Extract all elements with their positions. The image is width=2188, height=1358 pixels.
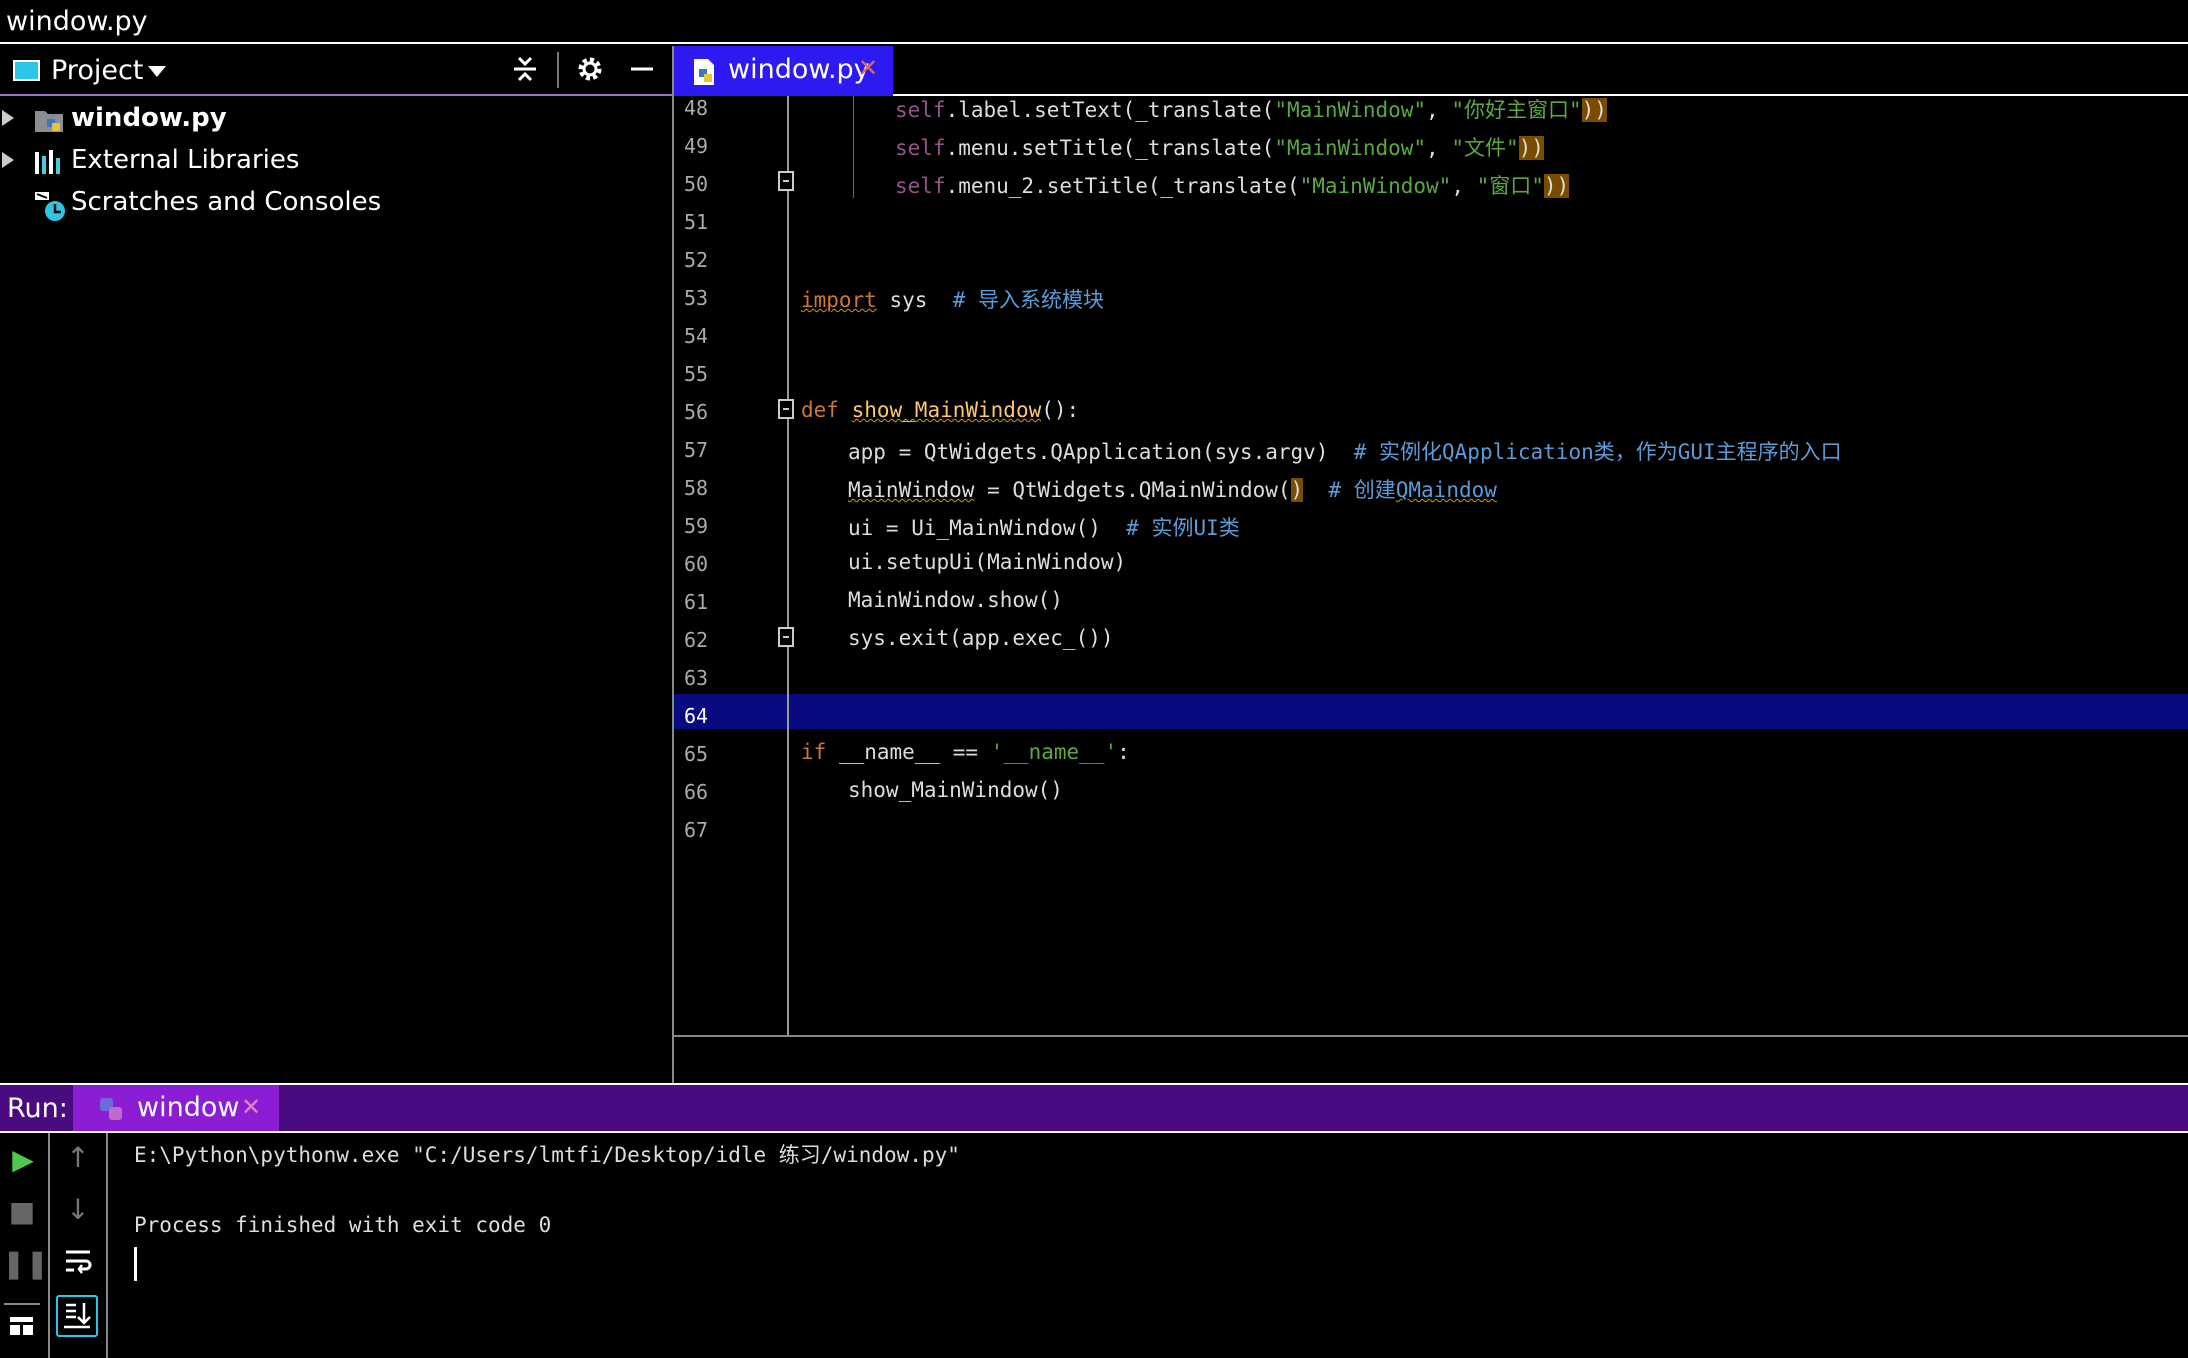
code-line-66: show_MainWindow() [848, 778, 1063, 802]
chevron-down-icon[interactable] [148, 66, 166, 77]
line-number: 63 [684, 666, 709, 690]
code-line-65: if __name__ == '__name__': [801, 740, 1130, 764]
gutter-separator [787, 96, 789, 1035]
line-number: 61 [684, 590, 709, 614]
toolbar-separator [4, 1303, 40, 1305]
fold-marker-icon[interactable] [778, 399, 794, 419]
close-icon[interactable]: ✕ [858, 54, 878, 82]
code-line-61: MainWindow.show() [848, 588, 1063, 612]
folder-icon [34, 106, 64, 134]
line-number: 56 [684, 400, 709, 424]
stop-icon[interactable]: ■ [2, 1195, 42, 1228]
tree-item-scratches[interactable]: Scratches and Consoles [0, 182, 672, 222]
line-number-current: 64 [684, 704, 709, 728]
python-file-icon [692, 58, 718, 90]
toolbar-separator [557, 52, 559, 88]
gear-icon[interactable] [572, 54, 608, 92]
code-line-49: self.menu.setTitle(_translate("MainWindo… [895, 136, 1544, 160]
line-number: 49 [684, 134, 709, 158]
tab-label: window.py [728, 54, 870, 85]
fold-marker-icon[interactable] [778, 627, 794, 647]
text-caret [134, 1247, 137, 1281]
run-label: Run: [7, 1093, 68, 1124]
rerun-play-icon[interactable]: ▶ [3, 1143, 43, 1176]
close-icon[interactable]: ✕ [241, 1093, 261, 1121]
run-tab-window[interactable]: window ✕ [73, 1085, 279, 1131]
line-number: 62 [684, 628, 709, 652]
tree-item-external-libraries[interactable]: External Libraries [0, 140, 672, 180]
tree-item-label: window.py [71, 103, 227, 133]
expand-arrow-icon[interactable] [2, 152, 14, 168]
line-number: 52 [684, 248, 709, 272]
current-line-highlight [674, 694, 2188, 729]
console-line: E:\Python\pythonw.exe "C:/Users/lmtfi/De… [134, 1143, 960, 1167]
project-title[interactable]: Project [51, 55, 143, 86]
run-toolbar-left: ▶ ■ ❚❚ [0, 1133, 50, 1358]
minimize-icon[interactable] [624, 54, 660, 92]
editor-breadcrumb-bar [674, 1037, 2188, 1083]
editor-tab-bar: window.py ✕ [674, 46, 2188, 96]
code-editor[interactable]: 48 49 50 51 52 53 54 55 56 57 58 59 60 6… [674, 96, 2188, 1035]
title-bar: window.py [0, 0, 2188, 44]
python-icon [97, 1095, 125, 1127]
line-number: 66 [684, 780, 709, 804]
tab-window-py[interactable]: window.py ✕ [674, 46, 893, 96]
line-number: 58 [684, 476, 709, 500]
line-number: 50 [684, 172, 709, 196]
code-line-58: MainWindow = QtWidgets.QMainWindow() # 创… [848, 478, 1497, 502]
line-number: 55 [684, 362, 709, 386]
pause-icon[interactable]: ❚❚ [2, 1247, 49, 1280]
collapse-all-icon[interactable] [507, 54, 543, 92]
arrow-up-icon[interactable]: ↑ [58, 1141, 98, 1174]
expand-arrow-icon[interactable] [2, 110, 14, 126]
line-number: 60 [684, 552, 709, 576]
run-tab-label: window [137, 1092, 240, 1123]
project-icon [13, 60, 40, 81]
arrow-down-icon[interactable]: ↓ [58, 1193, 98, 1226]
scroll-to-end-button[interactable] [56, 1295, 98, 1337]
tree-item-label: External Libraries [71, 145, 300, 175]
tree-item-window-py[interactable]: window.py [0, 98, 672, 138]
library-icon [34, 148, 64, 176]
line-number: 53 [684, 286, 709, 310]
line-number: 48 [684, 96, 709, 120]
code-line-48: self.label.setText(_translate("MainWindo… [895, 98, 1607, 122]
layout-icon[interactable] [2, 1313, 42, 1346]
line-number: 65 [684, 742, 709, 766]
code-line-53: import sys # 导入系统模块 [801, 288, 1105, 312]
code-line-59: ui = Ui_MainWindow() # 实例UI类 [848, 516, 1240, 540]
window-title: window.py [6, 6, 148, 37]
run-toolbar-right: ↑ ↓ [50, 1133, 108, 1358]
code-line-60: ui.setupUi(MainWindow) [848, 550, 1127, 574]
code-line-62: sys.exit(app.exec_()) [848, 626, 1114, 650]
run-console-output[interactable]: E:\Python\pythonw.exe "C:/Users/lmtfi/De… [108, 1133, 2188, 1358]
line-number: 54 [684, 324, 709, 348]
fold-marker-icon[interactable] [778, 171, 794, 191]
console-line: Process finished with exit code 0 [134, 1213, 552, 1237]
run-tool-window-header: Run: window ✕ [0, 1083, 2188, 1133]
soft-wrap-icon[interactable] [58, 1247, 98, 1282]
code-line-50: self.menu_2.setTitle(_translate("MainWin… [895, 174, 1570, 198]
line-number: 51 [684, 210, 709, 234]
line-number: 67 [684, 818, 709, 842]
code-line-56: def show_MainWindow(): [801, 398, 1080, 422]
scratches-icon [34, 190, 65, 221]
code-line-57: app = QtWidgets.QApplication(sys.argv) #… [848, 440, 1842, 464]
line-number: 59 [684, 514, 709, 538]
line-number: 57 [684, 438, 709, 462]
tree-item-label: Scratches and Consoles [71, 187, 382, 217]
project-panel-header: Project [0, 46, 672, 96]
